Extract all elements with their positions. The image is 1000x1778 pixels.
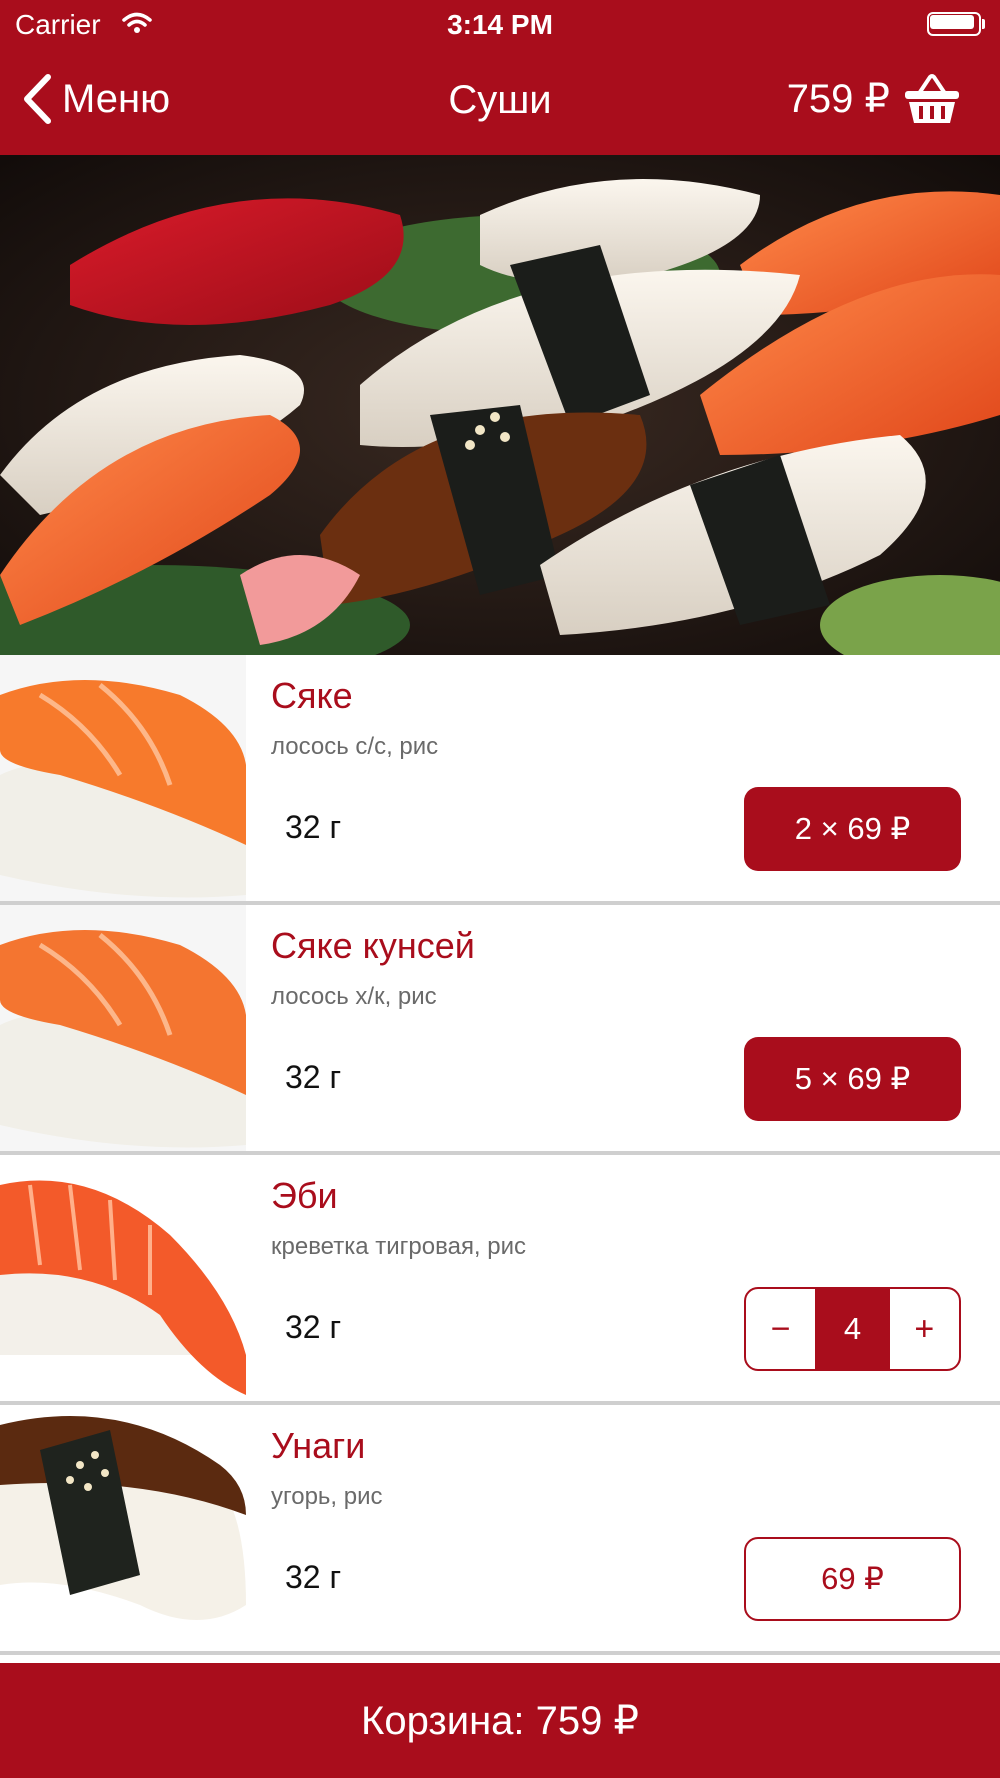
basket-icon (905, 74, 959, 123)
cart-total: 759 ₽ (786, 77, 890, 121)
sushi-platter-image (0, 155, 1000, 655)
product-description: лосось с/с, рис (271, 733, 439, 760)
product-weight: 32 г (285, 1309, 342, 1345)
product-list: Сяке лосось с/с, рис 32 г 2 × 69 ₽ Сяке … (0, 655, 1000, 1655)
add-to-cart-button[interactable]: 69 ₽ (744, 1537, 961, 1621)
hero-image (0, 155, 1000, 655)
add-to-cart-button[interactable]: 2 × 69 ₽ (744, 787, 961, 871)
product-description: лосось х/к, рис (271, 983, 437, 1010)
decrease-button[interactable]: − (746, 1289, 815, 1369)
product-title: Эби (271, 1175, 338, 1216)
cart-footer-label: Корзина: 759 ₽ (361, 1698, 639, 1743)
list-item: Эби креветка тигровая, рис 32 г − 4 + (0, 1155, 1000, 1405)
product-weight: 32 г (285, 1559, 342, 1595)
battery-icon (927, 12, 985, 36)
product-weight: 32 г (285, 1059, 342, 1095)
quantity-stepper: − 4 + (744, 1287, 961, 1371)
navigation-bar: Меню Суши 759 ₽ (0, 60, 1000, 140)
product-image (0, 1405, 246, 1651)
cart-footer-button[interactable]: Корзина: 759 ₽ (0, 1663, 1000, 1778)
add-to-cart-button[interactable]: 5 × 69 ₽ (744, 1037, 961, 1121)
product-description: угорь, рис (271, 1483, 383, 1510)
product-title: Унаги (271, 1425, 366, 1466)
product-image (0, 655, 246, 901)
product-image (0, 905, 246, 1151)
product-title: Сяке (271, 675, 353, 716)
product-description: креветка тигровая, рис (271, 1233, 527, 1260)
status-time: 3:14 PM (447, 9, 553, 40)
increase-button[interactable]: + (890, 1289, 959, 1369)
cart-button[interactable]: 759 ₽ (787, 72, 962, 126)
list-item: Сяке кунсей лосось х/к, рис 32 г 5 × 69 … (0, 905, 1000, 1155)
quantity-value: 4 (815, 1289, 890, 1369)
list-item: Унаги угорь, рис 32 г 69 ₽ (0, 1405, 1000, 1655)
product-weight: 32 г (285, 809, 342, 845)
header: Carrier 3:14 PM Меню Суши 759 ₽ (0, 0, 1000, 155)
product-title: Сяке кунсей (271, 925, 475, 966)
list-item: Сяке лосось с/с, рис 32 г 2 × 69 ₽ (0, 655, 1000, 905)
product-image (0, 1155, 246, 1401)
status-bar: Carrier 3:14 PM (0, 0, 1000, 50)
